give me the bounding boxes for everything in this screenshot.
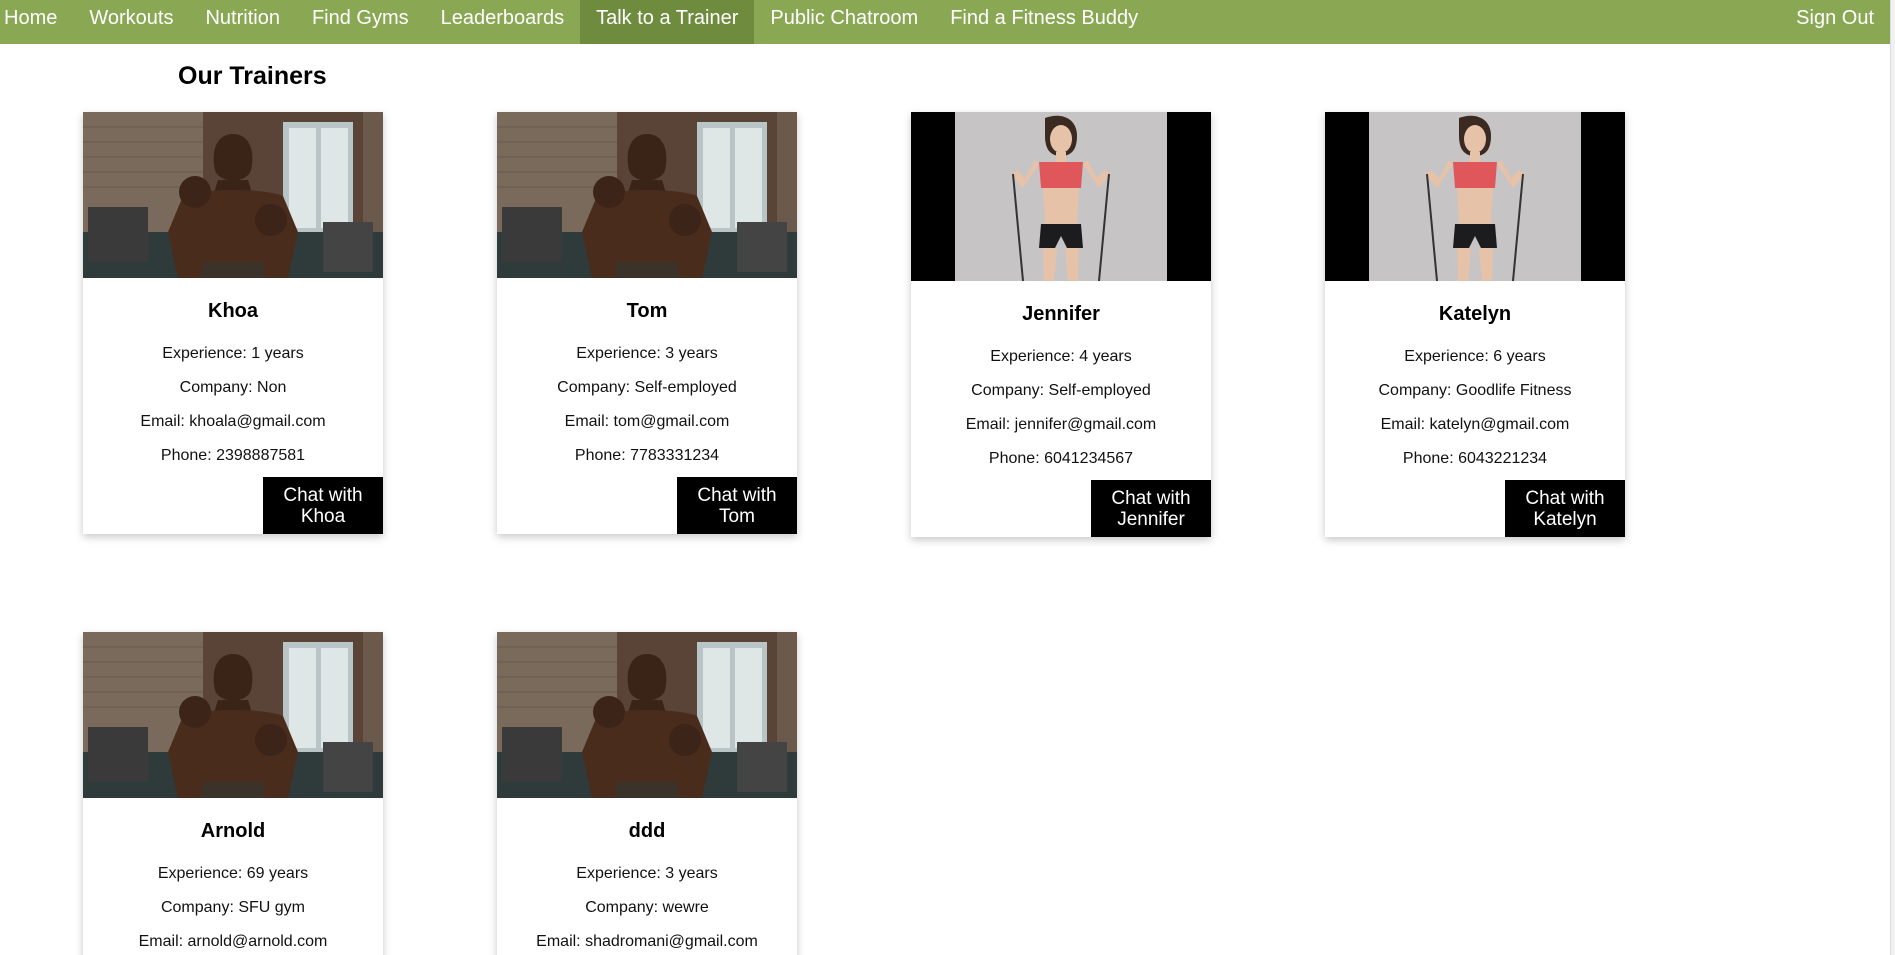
nav-find-fitness-buddy[interactable]: Find a Fitness Buddy (934, 0, 1154, 44)
trainer-email: Email: katelyn@gmail.com (1380, 416, 1570, 433)
trainer-photo (1325, 112, 1625, 281)
chat-button-line2: Khoa (300, 505, 346, 527)
nav-public-chatroom[interactable]: Public Chatroom (754, 0, 934, 44)
page-scrollbar[interactable] (1890, 0, 1895, 955)
trainer-card: Jennifer Experience: 4 years Company: Se… (911, 112, 1211, 537)
nav-home[interactable]: Home (0, 0, 73, 44)
chat-button-line1: Chat with (697, 484, 777, 506)
trainer-experience: Experience: 3 years (576, 865, 718, 882)
chat-with-trainer-button[interactable]: Chat with Jennifer (1091, 480, 1211, 537)
trainer-name: Tom (626, 300, 668, 322)
trainer-company: Company: Self-employed (971, 382, 1151, 399)
trainer-card: Katelyn Experience: 6 years Company: Goo… (1325, 112, 1625, 537)
nav-sign-out[interactable]: Sign Out (1780, 0, 1890, 44)
chat-button-line2: Katelyn (1533, 508, 1597, 530)
trainer-experience: Experience: 3 years (576, 345, 718, 362)
trainer-company: Company: wewre (585, 899, 709, 916)
trainer-experience: Experience: 6 years (1404, 348, 1546, 365)
trainer-photo (497, 112, 797, 278)
trainer-company: Company: SFU gym (160, 899, 306, 916)
trainer-company: Company: Self-employed (557, 379, 737, 396)
trainer-name: Arnold (200, 820, 266, 842)
nav-nutrition[interactable]: Nutrition (189, 0, 295, 44)
chat-button-line2: Jennifer (1117, 508, 1185, 530)
trainer-company: Company: Non (179, 379, 287, 396)
trainer-photo (83, 112, 383, 278)
trainer-email: Email: khoala@gmail.com (140, 413, 326, 430)
trainer-name: Khoa (208, 300, 258, 322)
trainer-name: Jennifer (1022, 303, 1100, 325)
trainer-card: Khoa Experience: 1 years Company: Non Em… (83, 112, 383, 534)
trainer-email: Email: tom@gmail.com (564, 413, 730, 430)
trainer-phone: Phone: 7783331234 (574, 447, 720, 464)
trainer-experience: Experience: 69 years (157, 865, 309, 882)
trainer-experience: Experience: 4 years (990, 348, 1132, 365)
trainer-company: Company: Goodlife Fitness (1378, 382, 1572, 399)
nav-talk-to-trainer[interactable]: Talk to a Trainer (580, 0, 755, 44)
trainer-email: Email: shadromani@gmail.com (536, 933, 758, 950)
trainer-photo (83, 632, 383, 798)
trainer-phone: Phone: 2398887581 (160, 447, 306, 464)
trainer-phone: Phone: 6043221234 (1402, 450, 1548, 467)
trainer-email: Email: arnold@arnold.com (138, 933, 328, 950)
trainer-card: Arnold Experience: 69 years Company: SFU… (83, 632, 383, 955)
page-title: Our Trainers (178, 62, 327, 90)
trainer-experience: Experience: 1 years (162, 345, 304, 362)
chat-button-line1: Chat with (1525, 487, 1605, 509)
chat-button-line1: Chat with (283, 484, 363, 506)
trainer-name: Katelyn (1438, 303, 1512, 325)
trainer-name: ddd (628, 820, 666, 842)
top-navbar: Home Workouts Nutrition Find Gyms Leader… (0, 0, 1890, 44)
trainer-email: Email: jennifer@gmail.com (965, 416, 1157, 433)
nav-workouts[interactable]: Workouts (73, 0, 189, 44)
trainer-card: ddd Experience: 3 years Company: wewre E… (497, 632, 797, 955)
chat-button-line1: Chat with (1111, 487, 1191, 509)
trainer-photo (497, 632, 797, 798)
chat-with-trainer-button[interactable]: Chat with Tom (677, 477, 797, 534)
trainer-phone: Phone: 6041234567 (988, 450, 1134, 467)
chat-with-trainer-button[interactable]: Chat with Khoa (263, 477, 383, 534)
nav-find-gyms[interactable]: Find Gyms (296, 0, 425, 44)
nav-leaderboards[interactable]: Leaderboards (425, 0, 580, 44)
trainer-card: Tom Experience: 3 years Company: Self-em… (497, 112, 797, 534)
chat-button-line2: Tom (719, 505, 755, 527)
trainer-photo (911, 112, 1211, 281)
chat-with-trainer-button[interactable]: Chat with Katelyn (1505, 480, 1625, 537)
